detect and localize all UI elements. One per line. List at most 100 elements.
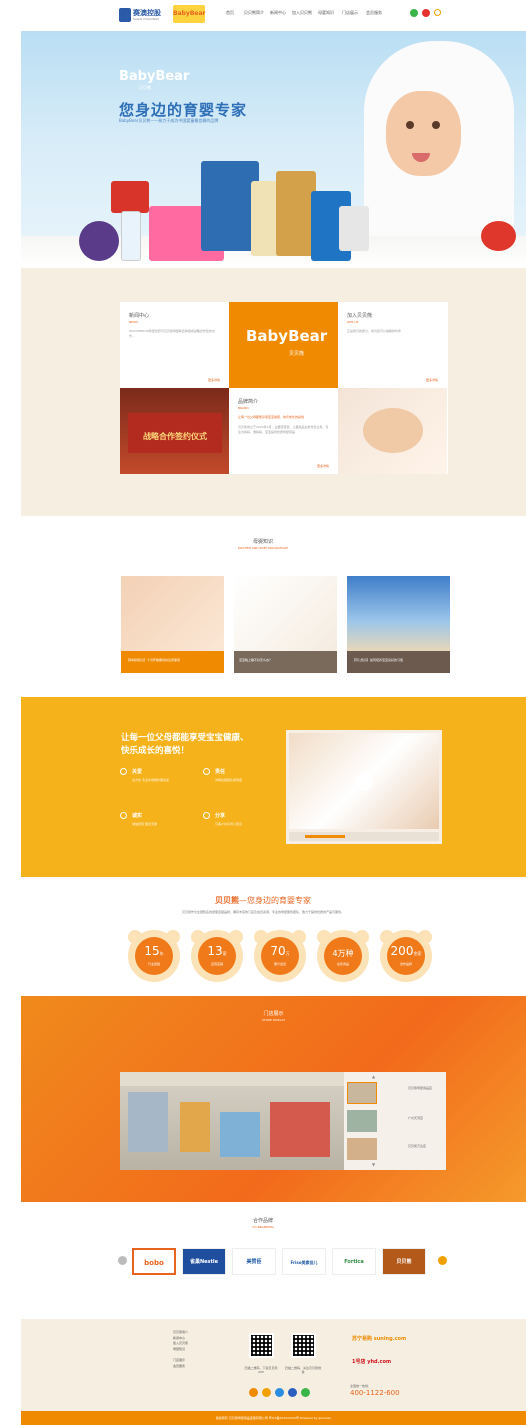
value-responsibility: 责任 对每位顾客负责到底 [203,768,242,783]
footer-link[interactable]: 加入贝贝熊 [173,1341,188,1347]
store-thumb[interactable] [347,1138,377,1160]
footer-link[interactable]: 贝贝熊简介 [173,1330,188,1336]
knowledge-card[interactable]: 【孕妈妈知识】十月怀胎期间的注意事项 [121,576,224,673]
news-text: MAYCHERION孕婴世界与贝贝熊母婴联合体组成战略合作签约仪式... [129,329,215,338]
signing-banner: 战略合作签约仪式 [128,413,222,453]
next-arrow-icon[interactable] [438,1256,447,1265]
stat-label: 直营店铺 [210,962,223,966]
wechat-icon[interactable] [410,9,418,17]
mission-slogan-line2: 快乐成长的喜悦！ [121,746,190,756]
wechat-icon[interactable] [301,1388,310,1397]
news-title: 新闻中心 [129,313,150,319]
search-icon[interactable] [434,9,441,16]
copyright-bar: 版权所有 贝贝熊母婴用品连锁有限公司 粤ICP备XXXXXXXX号 Powere… [21,1411,526,1425]
brand-logo[interactable]: Fortica [332,1248,376,1275]
prev-arrow-icon[interactable] [118,1256,127,1265]
stat-label: 在售商品 [336,962,349,966]
store-thumb-caption: 贝贝熊万达店 [408,1144,427,1148]
play-icon[interactable] [355,773,373,791]
join-title: 加入贝贝熊 [347,313,373,319]
stat-number: 4万种 [332,949,354,958]
join-card[interactable]: 加入贝贝熊 JOIN US 正是我们的努力，成为您可以信赖的伙伴 更多详情 [338,302,447,388]
knowledge-card[interactable]: 宝宝晚上睡不好怎么办？ [234,576,337,673]
footer-link[interactable]: 会员服务 [173,1364,188,1370]
nav-news[interactable]: 新闻中心 [266,10,290,16]
share-icon[interactable] [275,1388,284,1397]
site-header: 赛澳控股 SAIAO HOLDINGS BabyBear 首页 贝贝熊简介 新闻… [0,0,526,30]
stat-number: 15 [144,944,160,958]
stat-number: 13 [207,944,223,958]
stat-label: 合作品牌 [399,962,412,966]
chevron-up-icon[interactable]: ▲ [372,1074,375,1079]
news-center-card[interactable]: 新闻中心 NEWS MAYCHERION孕婴世界与贝贝熊母婴联合体组成战略合作签… [120,302,229,388]
knowledge-title: 母婴知识 [252,539,273,545]
stat-badge: 4万种在售商品 [317,930,369,982]
header-icons [410,9,441,17]
brand-more-link[interactable]: 更多详情 [317,464,329,468]
center-brand-cn: 贝贝熊 [289,351,305,357]
hero-subline: BabyBear贝贝熊——致力于成为中国婴童最信赖的品牌 [119,118,219,123]
value-title: 关爱 [132,769,143,775]
stat-unit: 余家 [413,951,422,956]
mission-slogan: 让每一位父母都能享受宝宝健康、 快乐成长的喜悦！ [121,732,249,758]
knowledge-card[interactable]: 【育儿知识】如何培养宝宝良好的习惯 [347,576,450,673]
partners-title: 合作品牌 [252,1218,273,1224]
brand-logo[interactable]: 贝贝熊 [382,1248,426,1275]
qr-code-wechat [291,1333,316,1358]
store-main-photo[interactable] [120,1072,344,1170]
brand-title: 品牌简介 [238,399,259,405]
value-care: 关爱 全方位 专业化母婴护理关爱 [120,768,169,783]
stats-desc: 贝贝熊作为全国知名的婴童连锁品牌，拥有丰富的门店及会员资源，专业的母婴服务团队，… [181,910,344,914]
nav-join[interactable]: 加入贝贝熊 [290,10,314,16]
stats-title-rest: —您身边的育婴专家 [239,896,311,905]
store-thumbnails: ▲ 贝贝熊母婴用品店 广州天河店 贝贝熊万达店 ▼ [344,1072,446,1170]
brand-logo[interactable]: bobo [132,1248,176,1275]
qr-caption-wechat: 扫描二维码，关注贝贝熊微信 [285,1366,322,1374]
babybear-logo[interactable]: BabyBear [173,5,205,23]
chevron-down-icon[interactable]: ▼ [372,1162,375,1167]
heart-icon [203,768,210,775]
brand-logo[interactable]: Friso美素佳儿 [282,1248,326,1275]
brand-logo[interactable]: 雀巢Nestle [182,1248,226,1275]
tencent-icon[interactable] [288,1388,297,1397]
weibo-icon[interactable] [249,1388,258,1397]
qr-code-app [249,1333,274,1358]
nav-stores[interactable]: 门店展示 [338,10,362,16]
video-progress[interactable] [305,835,345,838]
video-controls[interactable] [289,832,439,841]
join-more-link[interactable]: 更多详情 [426,378,438,382]
nav-home[interactable]: 首页 [218,10,242,16]
store-thumb[interactable] [347,1082,377,1104]
stats-title: 贝贝熊—您身边的育婴专家 [0,895,526,906]
nav-knowledge[interactable]: 母婴知识 [314,10,338,16]
brand-logo[interactable]: 美赞臣 [232,1248,276,1275]
weibo-icon[interactable] [422,9,430,17]
main-nav: 首页 贝贝熊简介 新闻中心 加入贝贝熊 母婴知识 门店展示 会员服务 [218,10,386,16]
store-thumb[interactable] [347,1110,377,1132]
page: 赛澳控股 SAIAO HOLDINGS BabyBear 首页 贝贝熊简介 新闻… [0,0,526,1425]
company-logo[interactable]: 赛澳控股 SAIAO HOLDINGS [119,6,169,23]
qr-caption-app: 扫描二维码，下载贝贝熊APP [244,1366,278,1374]
value-title: 诚实 [132,813,143,819]
qq-icon[interactable] [262,1388,271,1397]
nav-members[interactable]: 会员服务 [362,10,386,16]
baby-photo [364,41,514,256]
store-thumb-caption: 广州天河店 [408,1116,424,1120]
news-more-link[interactable]: 更多详情 [208,378,220,382]
nav-about[interactable]: 贝贝熊简介 [242,10,266,16]
video-player[interactable] [286,730,442,844]
center-brand-logo: BabyBear [246,327,328,345]
suning-link[interactable]: 苏宁易购 suning.com [352,1335,406,1342]
footer-link[interactable]: 母婴知识 [173,1347,188,1353]
footer-social-icons [249,1388,310,1397]
value-desc: 全方位 专业化母婴护理关爱 [132,778,169,782]
signing-photo[interactable]: 战略合作签约仪式 [120,388,229,474]
hotline-number: 400-1122-600 [350,1389,400,1397]
brand-intro-card[interactable]: 品牌简介 BRAND 让每一位父母都能享受宝宝健康、快乐成长的喜悦 贝贝熊成立于… [229,388,338,474]
stores-sub: STORE DISPLAY [261,1018,286,1022]
heart-icon [203,812,210,819]
hero-banner: BabyBear 贝贝熊 您身边的育婴专家 BabyBear贝贝熊——致力于成为… [21,31,526,268]
yhd-link[interactable]: 1号店 yhd.com [352,1358,391,1365]
company-logo-text: 赛澳控股 [133,8,161,17]
heart-icon [120,768,127,775]
